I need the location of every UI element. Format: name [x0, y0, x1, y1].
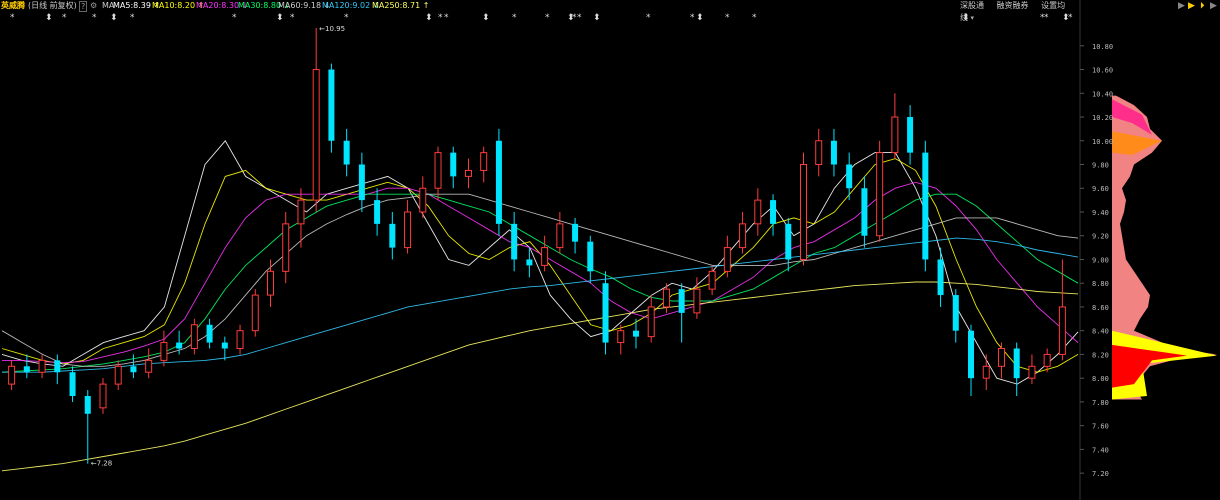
candle-body: [267, 270, 274, 296]
y-tick-label: 8.00: [1092, 375, 1109, 383]
candle-body: [602, 283, 609, 343]
y-tick-label: 8.20: [1092, 351, 1109, 359]
candle-body: [770, 200, 777, 224]
y-tick-label: 7.80: [1092, 399, 1109, 407]
candle-body: [312, 69, 320, 201]
candle-body: [678, 289, 685, 313]
candle-body: [328, 69, 335, 141]
y-tick-label: 10.80: [1092, 43, 1113, 51]
y-tick-label: 10.40: [1092, 90, 1113, 98]
y-tick-label: 9.40: [1092, 209, 1109, 217]
y-tick-label: 10.20: [1092, 114, 1113, 122]
candle-body: [130, 366, 137, 373]
candle-body: [343, 140, 350, 165]
low-price-label: ←7.28: [91, 460, 112, 468]
candle-body: [997, 347, 1005, 367]
candle-body: [54, 360, 61, 373]
y-tick-label: 9.80: [1092, 162, 1109, 170]
candle-body: [206, 324, 213, 343]
y-tick-label: 10.60: [1092, 67, 1113, 75]
candle-body: [739, 223, 747, 249]
candle-body: [511, 223, 518, 260]
candle-body: [236, 330, 244, 349]
candle-body: [8, 365, 16, 385]
candle-body: [251, 294, 259, 332]
candle-body: [99, 383, 107, 409]
candle-body: [1028, 365, 1036, 379]
candlestick-chart[interactable]: ←10.95 ←7.28 10.80 10.60 10.40 10.20 10.00 9.8…: [0, 0, 1220, 500]
high-price-label: ←10.95: [319, 25, 345, 33]
candle-body: [861, 188, 868, 236]
candle-body: [190, 324, 198, 349]
y-tick-label: 8.60: [1092, 304, 1109, 312]
candle-body: [69, 372, 76, 396]
candle-body: [297, 199, 305, 225]
candle-body: [434, 152, 442, 189]
candle-body: [282, 223, 290, 272]
y-tick-label: 8.40: [1092, 328, 1109, 336]
candle-body: [221, 342, 228, 349]
candle-body: [846, 164, 853, 189]
candle-body: [38, 359, 46, 373]
candle-body: [145, 359, 153, 373]
candle-body: [1043, 353, 1051, 367]
candle-body: [785, 223, 792, 260]
y-tick-label: 8.80: [1092, 280, 1109, 288]
candle-body: [815, 140, 823, 166]
candle-body: [693, 288, 701, 314]
candle-body: [526, 259, 533, 266]
candle-body: [800, 164, 807, 260]
candle-body: [450, 152, 457, 177]
ma-line-ma250: [1, 281, 1079, 472]
candle-body: [922, 152, 929, 260]
candle-body: [160, 342, 168, 361]
candle-body: [114, 365, 122, 385]
candle-body: [556, 223, 564, 249]
candle-body: [876, 152, 884, 237]
y-tick-label: 9.20: [1092, 233, 1109, 241]
y-tick-label: 7.20: [1092, 470, 1109, 478]
candle-body: [23, 366, 30, 373]
candle-body: [587, 241, 594, 272]
candle-body: [389, 223, 396, 248]
candle-body: [891, 116, 899, 154]
candle-body: [982, 365, 990, 379]
y-tick-label: 9.60: [1092, 185, 1109, 193]
candle-body: [617, 330, 625, 344]
candle-body: [541, 247, 549, 266]
candle-body: [907, 117, 914, 153]
candle-body: [176, 342, 183, 349]
candle-body: [358, 164, 365, 201]
y-tick-label: 9.00: [1092, 256, 1109, 264]
candle-body: [968, 330, 975, 379]
candle-body: [937, 259, 944, 296]
candle-body: [723, 247, 731, 272]
candle-body: [404, 211, 412, 249]
candle-body: [830, 140, 837, 165]
candle-body: [632, 330, 639, 337]
candle-body: [495, 140, 502, 224]
candle-body: [952, 295, 959, 331]
candle-body: [374, 200, 381, 224]
y-tick-label: 7.60: [1092, 423, 1109, 431]
candle-body: [464, 169, 472, 177]
candle-body: [84, 395, 91, 414]
candle-body: [647, 306, 655, 338]
candle-body: [708, 270, 716, 290]
candle-body: [1013, 348, 1020, 379]
candle-body: [662, 288, 670, 308]
candle-body: [1058, 306, 1066, 355]
candle-body: [754, 199, 762, 225]
y-tick-label: 7.40: [1092, 446, 1109, 454]
y-tick-label: 10.00: [1092, 138, 1113, 146]
candle-body: [480, 152, 488, 171]
candle-body: [419, 187, 427, 213]
candle-body: [572, 223, 579, 242]
